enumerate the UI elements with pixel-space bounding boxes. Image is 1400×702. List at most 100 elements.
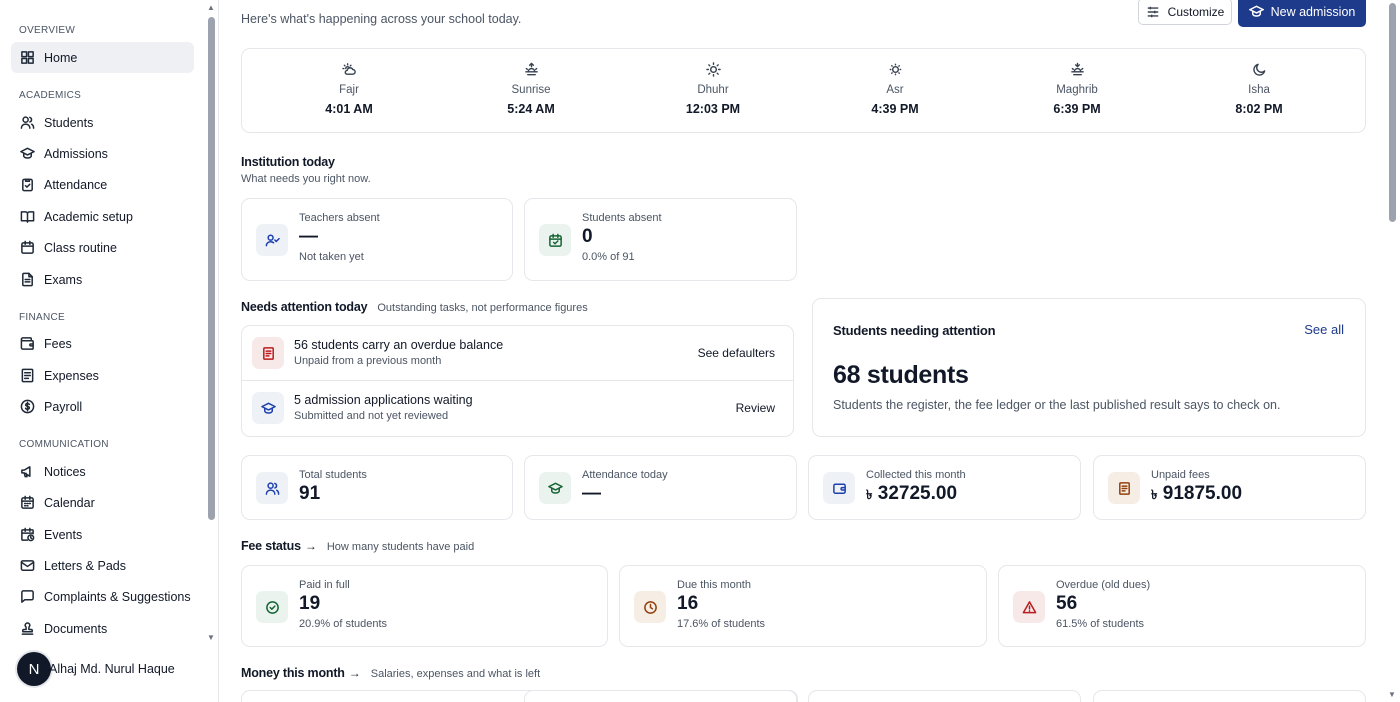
sidebar: OVERVIEW Home ACADEMICS Students Admissi… [0,0,219,702]
message-square-icon [19,589,35,605]
file-text-icon [19,272,35,288]
prayer-time: 4:39 PM [871,102,919,116]
stat-label: Overdue (old dues) [1056,579,1151,591]
sunset-icon [1017,62,1137,82]
money-title: Money this month [241,666,345,680]
stat-value: ৳ 91875.00 [1151,483,1242,507]
sidebar-item-events[interactable]: Events [11,519,194,550]
list-item[interactable]: 5 admission applications waiting Submitt… [242,381,794,436]
scroll-down-arrow-icon[interactable]: ▼ [207,633,215,642]
money-card [1093,690,1366,702]
sidebar-item-fees[interactable]: Fees [11,328,194,359]
sidebar-item-admissions[interactable]: Admissions [11,138,194,169]
grid-icon [19,50,35,66]
clock-icon [634,591,666,623]
due-this-month-card[interactable]: Due this month 16 17.6% of students [619,565,987,647]
collected-month-card[interactable]: Collected this month ৳ 32725.00 [808,455,1081,520]
sidebar-item-calendar[interactable]: Calendar [11,487,194,518]
stat-sub: Not taken yet [299,251,364,263]
see-all-link[interactable]: See all [1304,322,1344,337]
task-sub: Submitted and not yet reviewed [294,410,449,422]
user-name: Alhaj Md. Nurul Haque [49,662,175,676]
stat-value: 19 [299,593,321,614]
sidebar-item-letters-pads[interactable]: Letters & Pads [11,550,194,581]
sidebar-item-exams[interactable]: Exams [11,264,194,295]
avatar[interactable]: N [17,652,51,686]
prayer-sunrise: Sunrise 5:24 AM [471,62,591,116]
scroll-down-arrow-icon[interactable]: ▼ [1388,690,1396,699]
sidebar-item-label: Students [44,115,94,130]
sidebar-section-overview: OVERVIEW [19,25,76,36]
stat-label: Attendance today [582,469,668,481]
sidebar-item-payroll[interactable]: Payroll [11,391,194,422]
stat-value: 0 [582,226,593,247]
sidebar-item-academic-setup[interactable]: Academic setup [11,201,194,232]
attendance-today-card[interactable]: Attendance today — [524,455,797,520]
scroll-up-arrow-icon[interactable]: ▲ [207,3,215,12]
sidebar-item-label: Notices [44,464,86,479]
page-scroll-thumb[interactable] [1389,3,1396,222]
students-attention-title: Students needing attention [833,323,996,338]
needs-attention-subtitle: Outstanding tasks, not performance figur… [377,302,588,314]
money-header[interactable]: Money this month → Salaries, expenses an… [241,666,540,680]
students-absent-card[interactable]: Students absent 0 0.0% of 91 [524,198,797,281]
wallet-icon [823,472,855,504]
sidebar-item-label: Class routine [44,240,117,255]
stat-sub: 61.5% of students [1056,618,1145,630]
sidebar-item-label: Events [44,527,83,542]
students-attention-description: Students the register, the fee ledger or… [833,398,1281,412]
page-scrollbar[interactable]: ▼ [1386,0,1400,702]
sidebar-item-attendance[interactable]: Attendance [11,169,194,200]
list-item[interactable]: 56 students carry an overdue balance Unp… [242,326,794,381]
task-sub: Unpaid from a previous month [294,355,442,367]
sidebar-scroll-thumb[interactable] [208,17,215,520]
customize-button[interactable]: Customize [1138,0,1232,25]
needs-attention-title: Needs attention today [241,300,368,314]
sidebar-item-label: Expenses [44,368,99,383]
unpaid-fees-card[interactable]: Unpaid fees ৳ 91875.00 [1093,455,1366,520]
new-admission-label: New admission [1270,4,1356,19]
students-attention-value: 68 students [833,361,969,389]
stat-value: ৳ 32725.00 [866,483,957,507]
currency-symbol: ৳ [866,487,873,502]
sidebar-item-label: Academic setup [44,209,133,224]
stat-label: Teachers absent [299,212,380,224]
currency-symbol: ৳ [1151,487,1158,502]
stat-value: — [582,483,601,504]
fee-status-header[interactable]: Fee status → How many students have paid [241,539,474,553]
sidebar-item-notices[interactable]: Notices [11,456,194,487]
sidebar-item-documents[interactable]: Documents [11,613,194,644]
user-check-icon [256,224,288,256]
prayer-time: 5:24 AM [507,102,555,116]
clipboard-check-icon [19,177,35,193]
stat-label: Total students [299,469,367,481]
overdue-card[interactable]: Overdue (old dues) 56 61.5% of students [998,565,1366,647]
sidebar-item-expenses[interactable]: Expenses [11,360,194,391]
sidebar-item-students[interactable]: Students [11,107,194,138]
sunrise-icon [471,62,591,82]
book-open-icon [19,209,35,225]
calendar-check-icon [539,224,571,256]
sidebar-item-label: Home [44,50,78,65]
sidebar-item-home[interactable]: Home [11,42,194,73]
students-attention-card: Students needing attention See all 68 st… [812,298,1366,437]
new-admission-button[interactable]: New admission [1238,0,1366,27]
sidebar-item-label: Documents [44,621,108,636]
fee-status-subtitle: How many students have paid [326,541,475,553]
prayer-name: Sunrise [511,84,551,96]
total-students-card[interactable]: Total students 91 [241,455,513,520]
calendar-clock-icon [19,527,35,543]
teachers-absent-card[interactable]: Teachers absent — Not taken yet [241,198,513,281]
sidebar-item-class-routine[interactable]: Class routine [11,232,194,263]
stat-label: Paid in full [299,579,350,591]
paid-in-full-card[interactable]: Paid in full 19 20.9% of students [241,565,608,647]
sidebar-scrollbar[interactable]: ▲ ▼ [205,0,219,650]
review-link[interactable]: Review [736,401,775,415]
sidebar-item-complaints[interactable]: Complaints & Suggestions [11,581,194,612]
money-subtitle: Salaries, expenses and what is left [370,668,541,680]
stat-sub: 0.0% of 91 [582,251,635,263]
main-content: Here's what's happening across your scho… [220,0,1386,702]
user-profile[interactable]: N Alhaj Md. Nurul Haque [17,652,175,686]
see-defaulters-link[interactable]: See defaulters [698,346,775,360]
stamp-icon [19,621,35,637]
